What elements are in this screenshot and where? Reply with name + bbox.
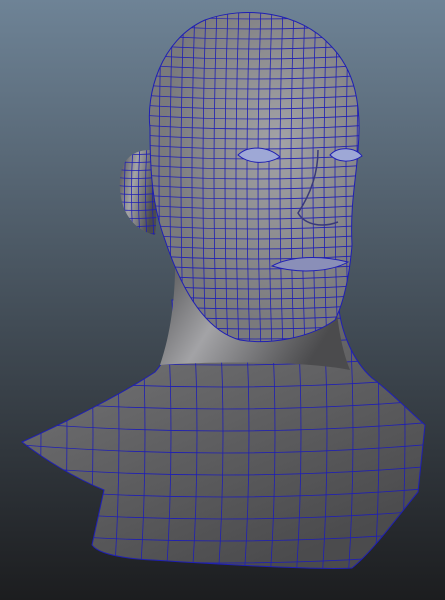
3d-viewport[interactable] [0,0,445,600]
wire-edge [111,145,113,240]
head-bust-mesh[interactable] [0,0,445,600]
wire-edge [10,290,15,580]
head-mesh [140,5,370,343]
wire-edge [118,145,120,240]
wire-edge [426,290,431,580]
wire-edge [10,576,435,585]
wire-edge [140,5,370,9]
wire-edge [356,12,360,342]
